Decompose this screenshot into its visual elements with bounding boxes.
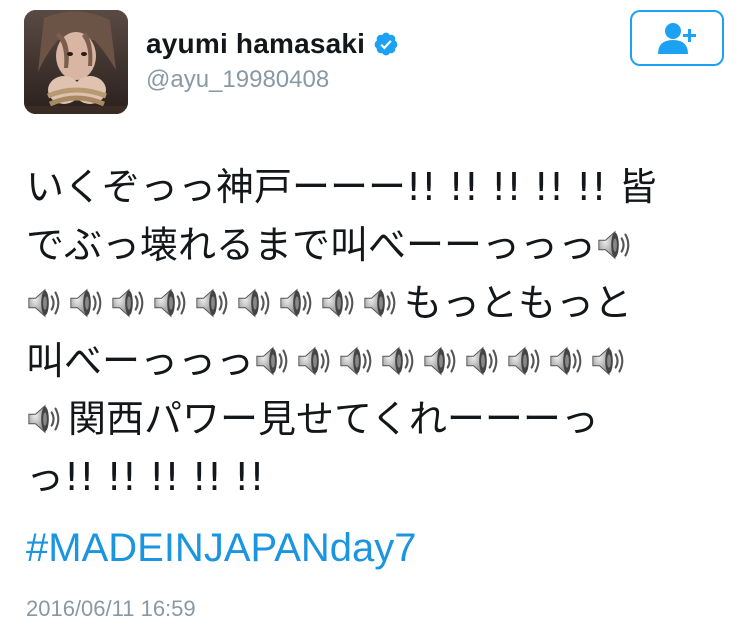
tweet-text-line: 叫べーっっっ <box>26 332 726 390</box>
speaker-loud-icon <box>422 338 460 376</box>
avatar[interactable] <box>24 10 128 114</box>
speaker-loud-icon <box>548 338 586 376</box>
speaker-loud-icon <box>506 338 544 376</box>
tweet-text-line: っ!! !! !! !! !! <box>26 448 726 506</box>
speaker-loud-icon <box>362 280 400 318</box>
avatar-photo <box>24 10 128 114</box>
speaker-loud-icon <box>152 280 190 318</box>
display-name[interactable]: ayumi hamasaki <box>146 28 365 60</box>
tweet-text-segment: っ!! !! !! !! !! <box>26 455 265 499</box>
speaker-loud-icon <box>380 338 418 376</box>
tweet-timestamp[interactable]: 2016/06/11 16:59 <box>26 596 196 622</box>
tweet-text-segment: でぶっ壊れるまで叫べーーっっっ <box>26 223 597 267</box>
tweet-text-segment: もっともっと <box>404 281 633 325</box>
add-user-icon <box>658 23 696 54</box>
tweet-text-line: いくぞっっ神戸ーーー!! !! !! !! !! 皆 <box>26 158 726 216</box>
speaker-loud-icon <box>596 222 634 260</box>
display-name-row: ayumi hamasaki <box>146 26 399 62</box>
tweet-text-segment: いくぞっっ神戸ーーー!! !! !! !! !! 皆 <box>26 165 657 209</box>
speaker-loud-icon <box>296 338 334 376</box>
follow-button[interactable] <box>630 10 724 66</box>
speaker-loud-icon <box>590 338 628 376</box>
speaker-loud-icon <box>338 338 376 376</box>
tweet-text-line: 関西パワー見せてくれーーーっ <box>26 390 726 448</box>
user-handle[interactable]: @ayu_19980408 <box>146 66 399 94</box>
speaker-loud-icon <box>194 280 232 318</box>
speaker-loud-icon <box>68 280 106 318</box>
tweet-text-line: もっともっと <box>26 274 726 332</box>
speaker-loud-icon <box>278 280 316 318</box>
speaker-loud-icon <box>26 396 64 434</box>
speaker-loud-icon <box>464 338 502 376</box>
user-info: ayumi hamasaki @ayu_19980408 <box>146 26 399 94</box>
tweet-text-segment: 叫べーっっっ <box>26 339 255 383</box>
tweet-text-line: でぶっ壊れるまで叫べーーっっっ <box>26 216 726 274</box>
verified-badge-icon <box>373 31 399 57</box>
speaker-loud-icon <box>254 338 292 376</box>
tweet-text-segment: 関西パワー見せてくれーーーっ <box>68 397 599 441</box>
speaker-loud-icon <box>110 280 148 318</box>
speaker-loud-icon <box>26 280 64 318</box>
speaker-loud-icon <box>320 280 358 318</box>
tweet-text: いくぞっっ神戸ーーー!! !! !! !! !! 皆でぶっ壊れるまで叫べーーっっ… <box>26 158 726 506</box>
hashtag-link[interactable]: #MADEINJAPANday7 <box>26 526 417 571</box>
tweet-card: ayumi hamasaki @ayu_19980408 いくぞっっ神戸ーーー!… <box>0 0 750 625</box>
speaker-loud-icon <box>236 280 274 318</box>
